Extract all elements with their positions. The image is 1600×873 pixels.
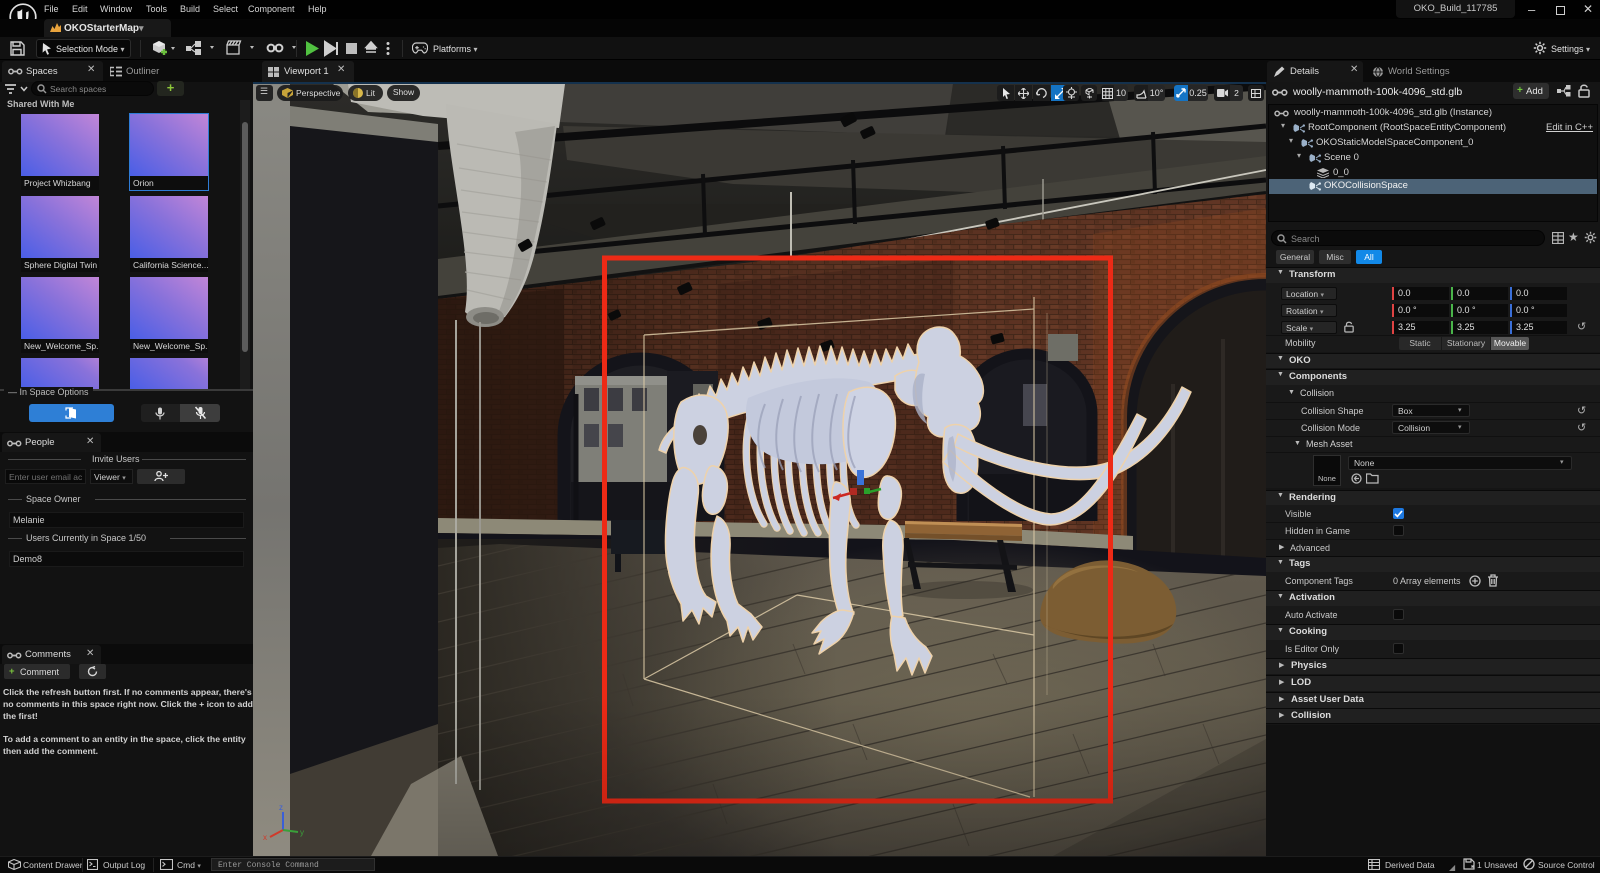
svg-text:z: z: [279, 803, 283, 812]
svg-text:x: x: [263, 833, 267, 842]
svg-text:y: y: [300, 828, 304, 837]
